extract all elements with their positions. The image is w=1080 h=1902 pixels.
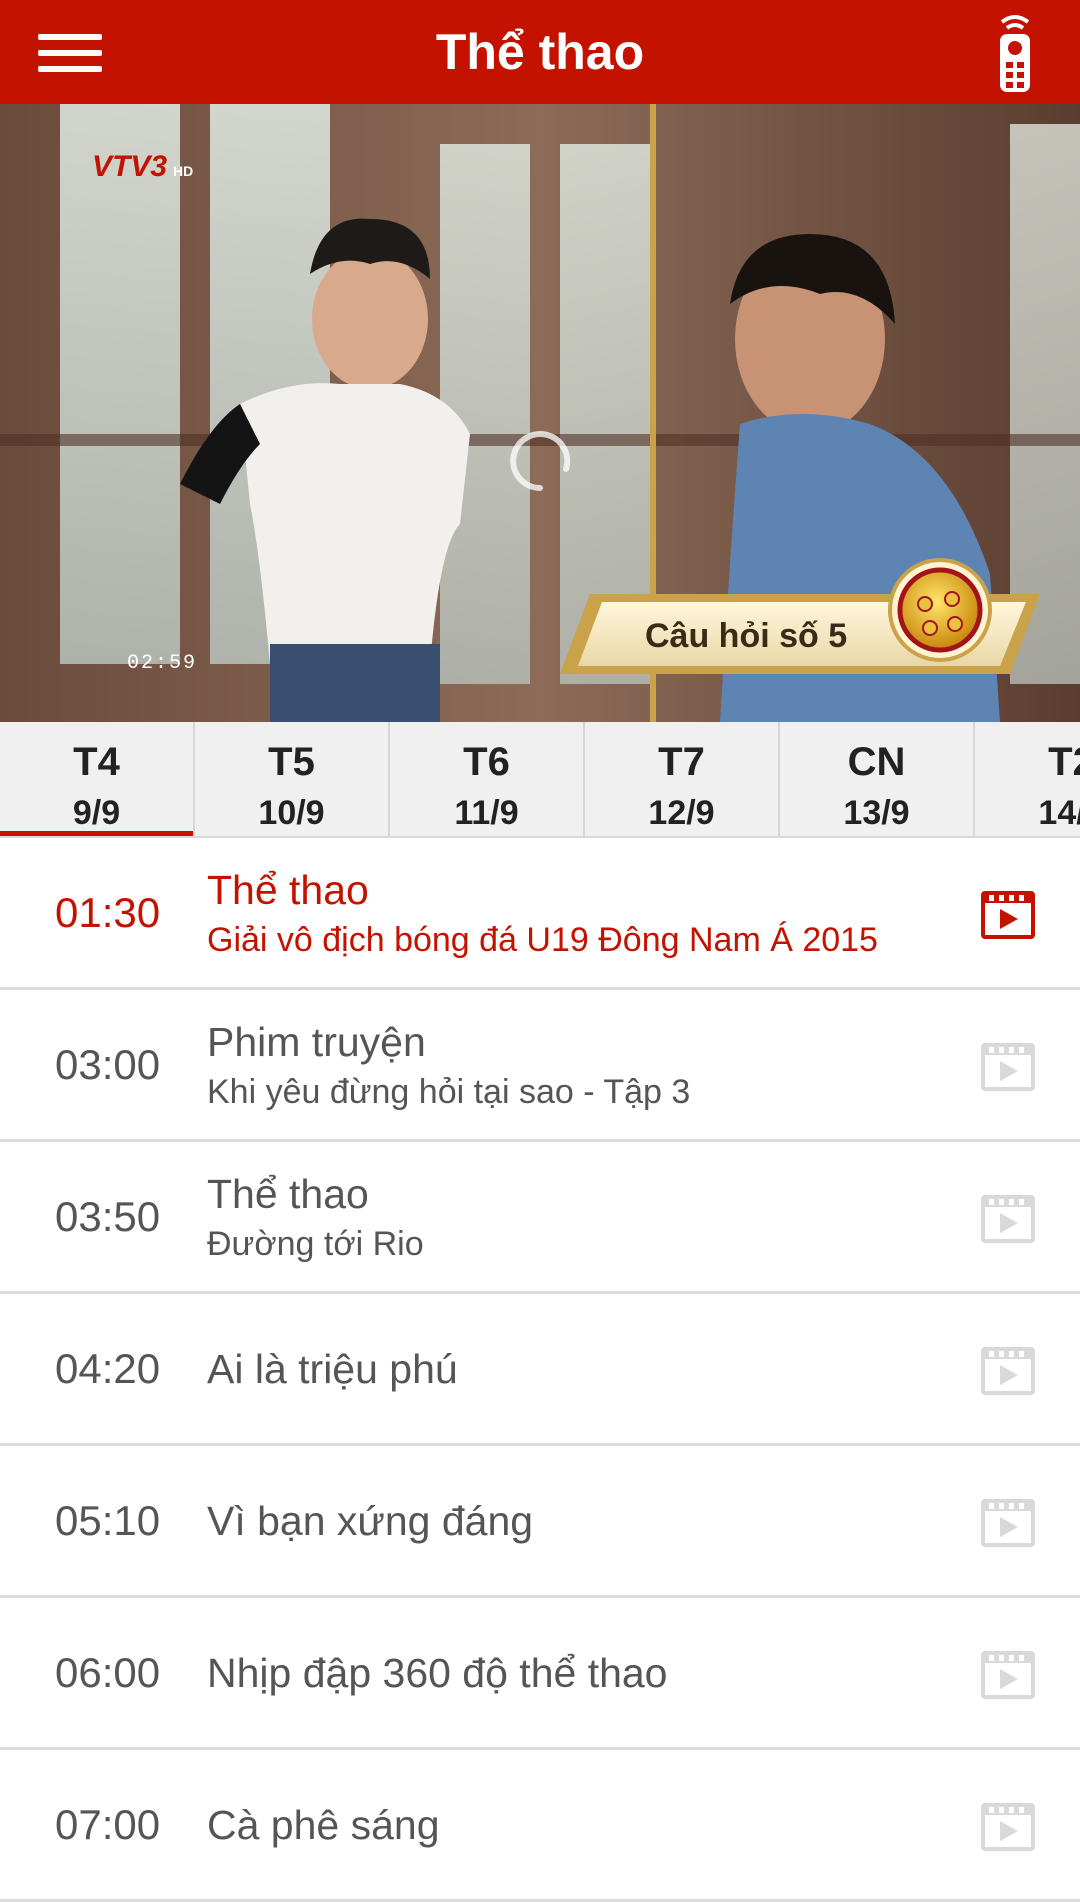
schedule-list: 01:30 Thể thao Giải vô địch bóng đá U19 … [0,838,1080,1902]
schedule-item[interactable]: 03:50 Thể thao Đường tới Rio [0,1142,1080,1294]
overlay-time: 02:59 [127,652,197,675]
program-time: 01:30 [55,889,161,936]
video-player[interactable]: VTV3 HD 02:59 Câu hỏi số 5 [0,104,1080,722]
program-title: Vì bạn xứng đáng [207,1497,534,1544]
program-time: 03:50 [55,1193,161,1240]
program-subtitle: Giải vô địch bóng đá U19 Đông Nam Á 2015 [207,920,878,959]
program-time: 04:20 [55,1345,161,1392]
date-tab-t7[interactable]: T7 12/9 [585,722,780,836]
program-time: 06:00 [55,1649,161,1696]
page-title: Thể thao [435,24,645,80]
hamburger-menu-icon [38,34,102,40]
schedule-item[interactable]: 03:00 Phim truyện Khi yêu đừng hỏi tại s… [0,990,1080,1142]
program-time: 03:00 [55,1041,161,1088]
program-title: Ai là triệu phú [207,1345,458,1392]
program-subtitle: Đường tới Rio [207,1224,424,1263]
remote-control-icon [1000,15,1030,92]
video-frame: VTV3 HD 02:59 Câu hỏi số 5 [0,104,1080,722]
play-video-icon[interactable] [980,1797,1036,1853]
app-bar: Thể thao [0,0,1080,104]
program-title: Thể thao [207,1170,369,1217]
program-title: Phim truyện [207,1018,426,1065]
play-video-icon[interactable] [980,1493,1036,1549]
play-video-icon[interactable] [980,1645,1036,1701]
program-title: Cà phê sáng [207,1801,440,1848]
program-time: 05:10 [55,1497,161,1544]
date-tabs: T4 9/9 T5 10/9 T6 11/9 T7 12/9 CN 13/9 T… [0,722,1080,838]
program-time: 07:00 [55,1801,161,1848]
schedule-item[interactable]: 07:00 Cà phê sáng [0,1750,1080,1902]
date-tab-cn[interactable]: CN 13/9 [780,722,975,836]
date-tab-t6[interactable]: T6 11/9 [390,722,585,836]
date-tab-t2[interactable]: T2 14/9 [975,722,1080,836]
channel-logo: VTV3 [92,150,167,183]
program-title: Thể thao [207,866,369,913]
medal-icon [897,567,983,653]
question-caption: Câu hỏi số 5 [645,617,847,655]
program-title: Nhịp đập 360 độ thể thao [207,1649,668,1696]
schedule-item[interactable]: 04:20 Ai là triệu phú [0,1294,1080,1446]
channel-quality-badge: HD [173,163,193,179]
date-tab-t4[interactable]: T4 9/9 [0,722,195,836]
schedule-item[interactable]: 06:00 Nhịp đập 360 độ thể thao [0,1598,1080,1750]
menu-button[interactable] [24,18,114,88]
program-subtitle: Khi yêu đừng hỏi tại sao - Tập 3 [207,1072,691,1111]
play-video-icon[interactable] [980,1341,1036,1397]
play-video-icon[interactable] [980,1037,1036,1093]
date-tab-t5[interactable]: T5 10/9 [195,722,390,836]
schedule-item[interactable]: 05:10 Vì bạn xứng đáng [0,1446,1080,1598]
remote-button[interactable] [980,12,1050,94]
play-video-icon[interactable] [980,1189,1036,1245]
schedule-item[interactable]: 01:30 Thể thao Giải vô địch bóng đá U19 … [0,838,1080,990]
play-video-icon[interactable] [980,885,1036,941]
